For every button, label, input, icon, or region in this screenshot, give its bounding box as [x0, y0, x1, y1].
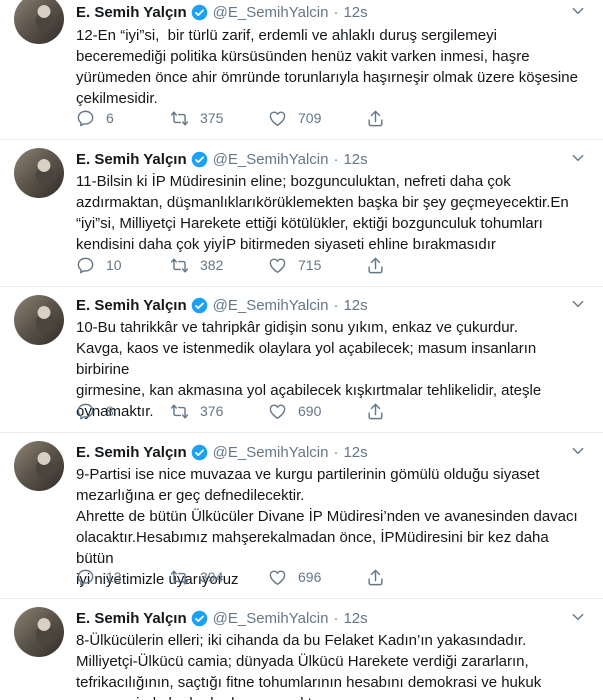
verified-badge-icon — [191, 4, 207, 20]
tweet-text: 12-En “iyi”si, bir türlü zarif, erdemli … — [76, 27, 578, 107]
verified-badge-icon — [191, 151, 207, 167]
reply-button[interactable]: 13 — [76, 568, 170, 587]
retweet-icon — [170, 403, 189, 419]
avatar[interactable] — [14, 0, 64, 44]
avatar[interactable] — [14, 607, 64, 657]
tweet-time[interactable]: 12s — [343, 151, 367, 168]
tweet-actions: 10 382 715 — [76, 255, 406, 275]
retweet-count: 394 — [200, 569, 224, 585]
author-name[interactable]: E. Semih Yalçın — [76, 4, 187, 21]
tweet-actions: 6 375 709 — [76, 108, 406, 128]
tweet-actions: 8 376 690 — [76, 401, 406, 421]
like-icon — [269, 403, 286, 419]
reply-count: 10 — [106, 257, 122, 273]
like-icon — [269, 257, 286, 273]
retweet-icon — [170, 110, 189, 126]
tweet[interactable]: E. Semih Yalçın @E_SemihYalcin · 12s 10-… — [0, 287, 603, 433]
reply-count: 13 — [106, 569, 122, 585]
share-icon — [368, 403, 383, 419]
tweet-text: 8-Ülkücülerin elleri; iki cihanda da bu … — [76, 632, 542, 700]
author-handle[interactable]: @E_SemihYalcin — [213, 444, 329, 461]
separator-dot: · — [333, 150, 339, 168]
tweet-time[interactable]: 12s — [343, 4, 367, 21]
separator-dot: · — [333, 443, 339, 461]
tweet-header: E. Semih Yalçın @E_SemihYalcin · 12s — [76, 608, 368, 628]
verified-badge-icon — [191, 297, 207, 313]
share-button[interactable] — [366, 568, 406, 587]
avatar[interactable] — [14, 295, 64, 345]
retweet-count: 382 — [200, 257, 224, 273]
tweet-time[interactable]: 12s — [343, 444, 367, 461]
like-button[interactable]: 709 — [268, 109, 366, 128]
reply-icon — [77, 257, 94, 273]
retweet-button[interactable]: 382 — [170, 256, 268, 275]
tweet[interactable]: E. Semih Yalçın @E_SemihYalcin · 12s 12-… — [0, 0, 603, 140]
share-button[interactable] — [366, 109, 406, 128]
chevron-down-icon[interactable] — [571, 4, 585, 18]
author-name[interactable]: E. Semih Yalçın — [76, 297, 187, 314]
separator-dot: · — [333, 609, 339, 627]
tweet-header: E. Semih Yalçın @E_SemihYalcin · 12s — [76, 295, 368, 315]
avatar[interactable] — [14, 441, 64, 491]
author-handle[interactable]: @E_SemihYalcin — [213, 4, 329, 21]
tweet[interactable]: E. Semih Yalçın @E_SemihYalcin · 12s 8-Ü… — [0, 599, 603, 700]
author-name[interactable]: E. Semih Yalçın — [76, 444, 187, 461]
author-handle[interactable]: @E_SemihYalcin — [213, 610, 329, 627]
tweet-time[interactable]: 12s — [343, 297, 367, 314]
like-icon — [269, 110, 286, 126]
retweet-button[interactable]: 375 — [170, 109, 268, 128]
reply-icon — [77, 110, 94, 126]
chevron-down-icon[interactable] — [571, 444, 585, 458]
reply-button[interactable]: 6 — [76, 109, 170, 128]
avatar[interactable] — [14, 148, 64, 198]
like-icon — [269, 569, 286, 585]
separator-dot: · — [333, 3, 339, 21]
tweet-header: E. Semih Yalçın @E_SemihYalcin · 12s — [76, 149, 368, 169]
like-count: 709 — [298, 110, 322, 126]
separator-dot: · — [333, 296, 339, 314]
share-button[interactable] — [366, 402, 406, 421]
chevron-down-icon[interactable] — [571, 610, 585, 624]
reply-button[interactable]: 8 — [76, 402, 170, 421]
reply-count: 6 — [106, 110, 114, 126]
share-icon — [368, 569, 383, 585]
tweet[interactable]: E. Semih Yalçın @E_SemihYalcin · 12s 11-… — [0, 140, 603, 287]
share-icon — [368, 257, 383, 273]
author-handle[interactable]: @E_SemihYalcin — [213, 297, 329, 314]
reply-icon — [77, 403, 94, 419]
author-handle[interactable]: @E_SemihYalcin — [213, 151, 329, 168]
tweet-header: E. Semih Yalçın @E_SemihYalcin · 12s — [76, 442, 368, 462]
like-button[interactable]: 715 — [268, 256, 366, 275]
retweet-icon — [170, 257, 189, 273]
reply-count: 8 — [106, 403, 114, 419]
share-button[interactable] — [366, 256, 406, 275]
chevron-down-icon[interactable] — [571, 297, 585, 311]
tweet-text: 11-Bilsin ki İP Müdiresinin eline; bozgu… — [76, 173, 569, 253]
like-count: 696 — [298, 569, 322, 585]
author-name[interactable]: E. Semih Yalçın — [76, 610, 187, 627]
reply-button[interactable]: 10 — [76, 256, 170, 275]
share-icon — [368, 110, 383, 126]
retweet-button[interactable]: 376 — [170, 402, 268, 421]
verified-badge-icon — [191, 610, 207, 626]
like-count: 690 — [298, 403, 322, 419]
tweet[interactable]: E. Semih Yalçın @E_SemihYalcin · 12s 9-P… — [0, 433, 603, 599]
tweet-header: E. Semih Yalçın @E_SemihYalcin · 12s — [76, 2, 368, 22]
retweet-button[interactable]: 394 — [170, 568, 268, 587]
chevron-down-icon[interactable] — [571, 151, 585, 165]
retweet-count: 375 — [200, 110, 224, 126]
retweet-icon — [170, 569, 189, 585]
author-name[interactable]: E. Semih Yalçın — [76, 151, 187, 168]
tweet-actions: 13 394 696 — [76, 567, 406, 587]
like-button[interactable]: 690 — [268, 402, 366, 421]
reply-icon — [77, 569, 94, 585]
verified-badge-icon — [191, 444, 207, 460]
retweet-count: 376 — [200, 403, 224, 419]
like-button[interactable]: 696 — [268, 568, 366, 587]
tweet-time[interactable]: 12s — [343, 610, 367, 627]
like-count: 715 — [298, 257, 322, 273]
